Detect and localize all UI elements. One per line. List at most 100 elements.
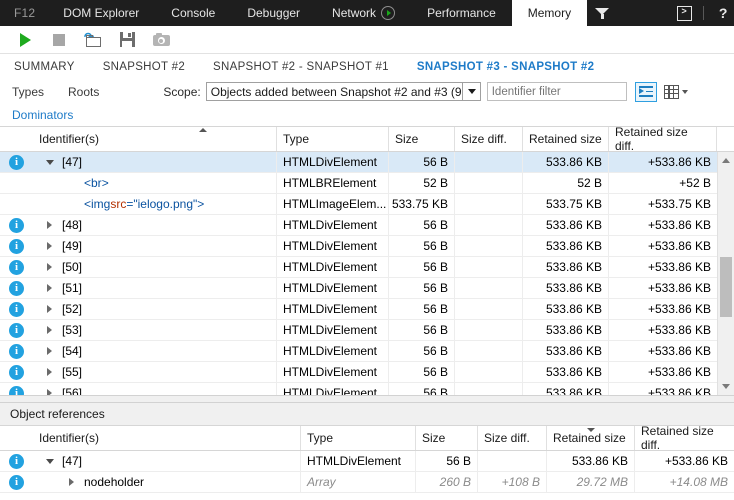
subtab-roots[interactable]: Roots bbox=[68, 85, 99, 99]
main-grid-scrollbar[interactable] bbox=[717, 152, 734, 395]
table-row[interactable]: i [47] HTMLDivElement 56 B 533.86 KB +533.86 … bbox=[0, 152, 734, 173]
lower-column-header-identifiers[interactable]: Identifier(s) bbox=[33, 426, 301, 450]
column-header-retained-size-diff[interactable]: Retained size diff. bbox=[609, 125, 717, 153]
snapshot-tab-diff-3-2[interactable]: SNAPSHOT #3 - SNAPSHOT #2 bbox=[417, 61, 608, 73]
columns-chooser-button[interactable] bbox=[663, 84, 688, 99]
scroll-up-button[interactable] bbox=[718, 152, 734, 169]
take-snapshot-button[interactable] bbox=[144, 27, 178, 52]
table-row[interactable]: <img src = "ielogo.png" > HTMLImageElem... 53… bbox=[0, 194, 734, 215]
tab-dom-explorer[interactable]: DOM Explorer bbox=[47, 0, 155, 26]
save-disk-icon bbox=[119, 32, 135, 47]
column-header-type[interactable]: Type bbox=[277, 127, 389, 151]
identifier-filter-input[interactable] bbox=[486, 82, 627, 101]
info-icon[interactable]: i bbox=[9, 343, 24, 359]
chevron-down-icon[interactable] bbox=[462, 83, 480, 100]
row-size-diff-cell bbox=[455, 152, 523, 172]
table-row[interactable]: i [50] HTMLDivElement 56 B 533.86 KB +533.86 … bbox=[0, 257, 734, 278]
row-retained-size-diff-cell: +533.86 KB bbox=[647, 302, 711, 316]
lower-column-header-type[interactable]: Type bbox=[301, 426, 416, 450]
tab-network[interactable]: Network bbox=[316, 0, 411, 26]
info-icon[interactable]: i bbox=[9, 474, 24, 490]
info-icon[interactable]: i bbox=[9, 259, 24, 275]
expand-twisty-closed[interactable] bbox=[43, 326, 56, 334]
network-play-icon bbox=[381, 6, 396, 20]
scroll-thumb[interactable] bbox=[720, 257, 732, 317]
table-row[interactable]: i [56] HTMLDivElement 56 B 533.86 KB +533.86 … bbox=[0, 383, 734, 395]
console-icon[interactable]: > bbox=[669, 0, 699, 26]
expand-twisty-open[interactable] bbox=[43, 458, 56, 464]
row-retained-size-cell: 52 B bbox=[523, 173, 609, 193]
info-icon[interactable]: i bbox=[9, 280, 24, 296]
subtab-dominators[interactable]: Dominators bbox=[12, 108, 73, 122]
expand-twisty-open[interactable] bbox=[43, 159, 56, 165]
pane-splitter[interactable] bbox=[0, 395, 734, 403]
table-row[interactable]: i [49] HTMLDivElement 56 B 533.86 KB +533.86 … bbox=[0, 236, 734, 257]
snapshot-tab-summary[interactable]: SUMMARY bbox=[14, 61, 89, 73]
lower-column-header-retained-size[interactable]: Retained size bbox=[547, 426, 635, 450]
row-identifier: [52] bbox=[62, 302, 83, 316]
tab-memory[interactable]: Memory bbox=[511, 0, 588, 26]
stop-profiling-button[interactable] bbox=[42, 27, 76, 52]
table-row[interactable]: i [52] HTMLDivElement 56 B 533.86 KB +533.86 … bbox=[0, 299, 734, 320]
expand-twisty-closed[interactable] bbox=[43, 221, 56, 229]
expand-twisty-closed[interactable] bbox=[43, 305, 56, 313]
info-icon[interactable]: i bbox=[9, 154, 24, 170]
row-info-icon-cell: i bbox=[0, 278, 33, 298]
filter-icon[interactable] bbox=[587, 0, 617, 26]
table-row[interactable]: i nodeholder Array 260 B +108 B 29.72 MB +14.0… bbox=[0, 472, 734, 493]
column-header-size[interactable]: Size bbox=[389, 127, 455, 151]
scope-select[interactable]: Objects added between Snapshot #2 and #3… bbox=[205, 82, 481, 101]
row-type-cell: HTMLImageElem... bbox=[277, 194, 389, 214]
row-info-icon-cell: i bbox=[0, 362, 33, 382]
expand-twisty-closed[interactable] bbox=[43, 389, 56, 395]
table-row[interactable]: <br > HTMLBRElement 52 B 52 B +52 B bbox=[0, 173, 734, 194]
row-identifier: [55] bbox=[62, 365, 83, 379]
lower-column-header-size[interactable]: Size bbox=[416, 426, 478, 450]
snapshot-tab-diff-2-1[interactable]: SNAPSHOT #2 - SNAPSHOT #1 bbox=[213, 61, 403, 73]
toggle-tree-view-button[interactable] bbox=[634, 81, 657, 102]
memory-command-toolbar: ↷ bbox=[0, 26, 734, 54]
lower-column-header-retained-size-diff[interactable]: Retained size diff. bbox=[635, 424, 734, 452]
subtab-types[interactable]: Types bbox=[12, 85, 44, 99]
row-retained-size-diff-cell: +14.08 MB bbox=[669, 475, 728, 489]
table-row[interactable]: i [47] HTMLDivElement 56 B 533.86 KB +533.86 … bbox=[0, 451, 734, 472]
tab-console[interactable]: Console bbox=[155, 0, 231, 26]
stop-icon bbox=[53, 33, 65, 46]
open-snapshot-button[interactable]: ↷ bbox=[76, 27, 110, 52]
scroll-down-button[interactable] bbox=[718, 378, 734, 395]
table-row[interactable]: i [51] HTMLDivElement 56 B 533.86 KB +533.86 … bbox=[0, 278, 734, 299]
main-grid-body[interactable]: i [47] HTMLDivElement 56 B 533.86 KB +533.86 … bbox=[0, 152, 734, 395]
table-row[interactable]: i [53] HTMLDivElement 56 B 533.86 KB +533.86 … bbox=[0, 320, 734, 341]
lower-grid-body[interactable]: i [47] HTMLDivElement 56 B 533.86 KB +533.86 … bbox=[0, 451, 734, 500]
table-row[interactable]: i [48] HTMLDivElement 56 B 533.86 KB +533.86 … bbox=[0, 215, 734, 236]
save-snapshot-button[interactable] bbox=[110, 27, 144, 52]
expand-twisty-closed[interactable] bbox=[43, 263, 56, 271]
column-header-identifiers[interactable]: Identifier(s) bbox=[33, 127, 277, 151]
row-type-cell: HTMLDivElement bbox=[277, 299, 389, 319]
help-icon[interactable]: ? bbox=[708, 0, 734, 26]
tab-performance[interactable]: Performance bbox=[411, 0, 512, 26]
info-icon[interactable]: i bbox=[9, 364, 24, 380]
info-icon[interactable]: i bbox=[9, 385, 24, 395]
info-icon[interactable]: i bbox=[9, 217, 24, 233]
column-header-retained-size[interactable]: Retained size bbox=[523, 127, 609, 151]
column-header-size-diff[interactable]: Size diff. bbox=[455, 127, 523, 151]
row-retained-size-diff-cell: +52 B bbox=[679, 176, 711, 190]
expand-twisty-closed[interactable] bbox=[43, 284, 56, 292]
info-icon[interactable]: i bbox=[9, 453, 24, 469]
table-row[interactable]: i [54] HTMLDivElement 56 B 533.86 KB +533.86 … bbox=[0, 341, 734, 362]
start-profiling-button[interactable] bbox=[8, 27, 42, 52]
expand-twisty-closed[interactable] bbox=[43, 242, 56, 250]
expand-twisty-closed[interactable] bbox=[43, 368, 56, 376]
scope-label: Scope: bbox=[163, 84, 201, 99]
expand-twisty-closed[interactable] bbox=[65, 478, 78, 486]
info-icon[interactable]: i bbox=[9, 301, 24, 317]
expand-twisty-closed[interactable] bbox=[43, 347, 56, 355]
tab-memory-label: Memory bbox=[527, 6, 572, 20]
snapshot-tab-snapshot-2[interactable]: SNAPSHOT #2 bbox=[103, 61, 199, 73]
tab-debugger[interactable]: Debugger bbox=[231, 0, 316, 26]
info-icon[interactable]: i bbox=[9, 238, 24, 254]
info-icon[interactable]: i bbox=[9, 322, 24, 338]
table-row[interactable]: i [55] HTMLDivElement 56 B 533.86 KB +533.86 … bbox=[0, 362, 734, 383]
lower-column-header-size-diff[interactable]: Size diff. bbox=[478, 426, 547, 450]
